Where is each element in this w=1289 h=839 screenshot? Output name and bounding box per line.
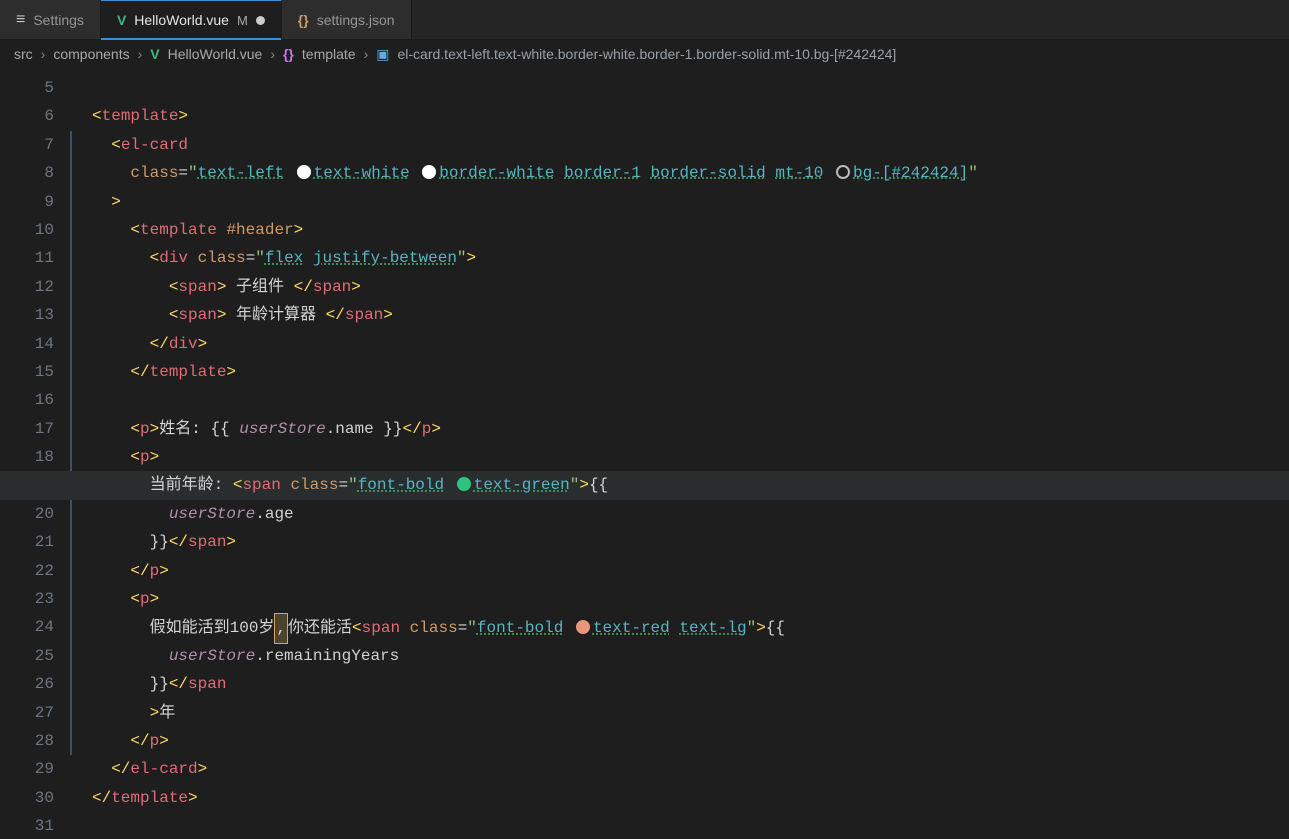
tab-settingsjson[interactable]: {} settings.json	[282, 0, 412, 39]
chevron-right-icon: ›	[41, 46, 46, 62]
chevron-right-icon: ›	[364, 46, 369, 62]
line-number-gutter: 5678910111213141516171819202122232425262…	[0, 68, 70, 839]
fold-column	[70, 68, 84, 839]
vue-icon: V	[117, 12, 126, 28]
breadcrumb-item[interactable]: src	[14, 46, 33, 62]
code-editor[interactable]: 5678910111213141516171819202122232425262…	[0, 68, 1289, 839]
cube-icon: ▣	[376, 46, 389, 63]
tab-label: settings.json	[317, 12, 395, 28]
breadcrumb-item[interactable]: components	[53, 46, 129, 62]
json-icon: {}	[298, 12, 309, 28]
vue-icon: V	[150, 46, 159, 62]
breadcrumb: src › components › V HelloWorld.vue › {}…	[0, 40, 1289, 68]
braces-icon: {}	[283, 46, 294, 62]
chevron-right-icon: ›	[138, 46, 143, 62]
unsaved-dot-icon	[256, 16, 265, 25]
breadcrumb-item[interactable]: el-card.text-left.text-white.border-whit…	[398, 46, 897, 62]
tab-bar: ≡ Settings V HelloWorld.vue M {} setting…	[0, 0, 1289, 40]
breadcrumb-item[interactable]: HelloWorld.vue	[168, 46, 263, 62]
code-content[interactable]: <template> <el-card class="text-left tex…	[84, 68, 1289, 839]
tab-settings[interactable]: ≡ Settings	[0, 0, 101, 39]
breadcrumb-item[interactable]: template	[302, 46, 356, 62]
tab-label: HelloWorld.vue	[134, 12, 229, 28]
chevron-right-icon: ›	[270, 46, 275, 62]
menu-icon: ≡	[16, 11, 25, 29]
tab-helloworld[interactable]: V HelloWorld.vue M	[101, 0, 282, 39]
modified-badge: M	[237, 13, 248, 28]
tab-label: Settings	[33, 12, 84, 28]
